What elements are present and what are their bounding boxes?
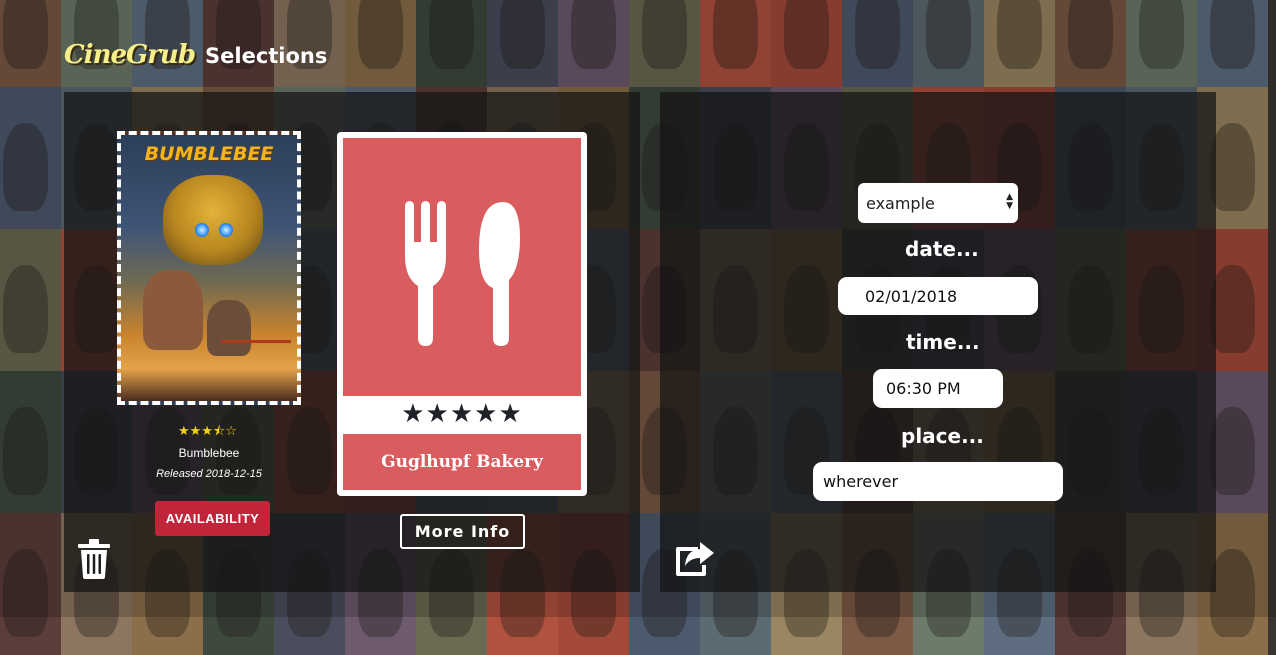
restaurant-rating-stars: ★★★★★ (401, 399, 523, 429)
fork-knife-icon (405, 201, 520, 346)
poster-figure (143, 270, 203, 350)
chevron-up-down-icon: ▲ ▼ (1006, 192, 1013, 211)
time-label: time... (906, 330, 980, 354)
restaurant-name: Guglhupf Bakery (381, 452, 543, 472)
place-field[interactable] (813, 462, 1063, 501)
restaurant-name-bar: Guglhupf Bakery (343, 434, 581, 490)
share-icon[interactable] (674, 541, 716, 577)
app-header: CineGrub Selections (64, 40, 327, 70)
more-info-button[interactable]: More Info (400, 514, 525, 549)
date-label: date... (905, 237, 979, 261)
movie-rating-stars: ★★★⯪☆ (178, 424, 237, 439)
restaurant-card[interactable]: ★★★★★ Guglhupf Bakery (337, 132, 587, 496)
movie-release-date: Released 2018-12-15 (156, 468, 262, 480)
robot-eye (195, 223, 209, 237)
robot-eye (219, 223, 233, 237)
date-field[interactable] (838, 277, 1038, 315)
time-field[interactable] (873, 369, 1003, 408)
restaurant-image (343, 138, 581, 396)
place-label: place... (901, 424, 984, 448)
cinegrub-logo[interactable]: CineGrub (64, 40, 196, 70)
poster-robot-head (163, 175, 263, 265)
trash-icon[interactable] (78, 539, 110, 579)
selection-select[interactable]: example ▲ ▼ (858, 183, 1018, 223)
poster-title: BUMBLEBEE (144, 143, 274, 165)
movie-title: Bumblebee (178, 446, 240, 460)
page-title: Selections (205, 44, 328, 68)
availability-button[interactable]: AVAILABILITY (155, 501, 270, 536)
select-value: example (866, 193, 935, 213)
movie-poster[interactable]: BUMBLEBEE (117, 131, 301, 405)
poster-bridge (221, 340, 291, 383)
selection-card-panel: BUMBLEBEE ★★★⯪☆ Bumblebee Released 2018-… (64, 92, 640, 592)
plan-details-panel: example ▲▼ date... time... place... (660, 92, 1216, 592)
